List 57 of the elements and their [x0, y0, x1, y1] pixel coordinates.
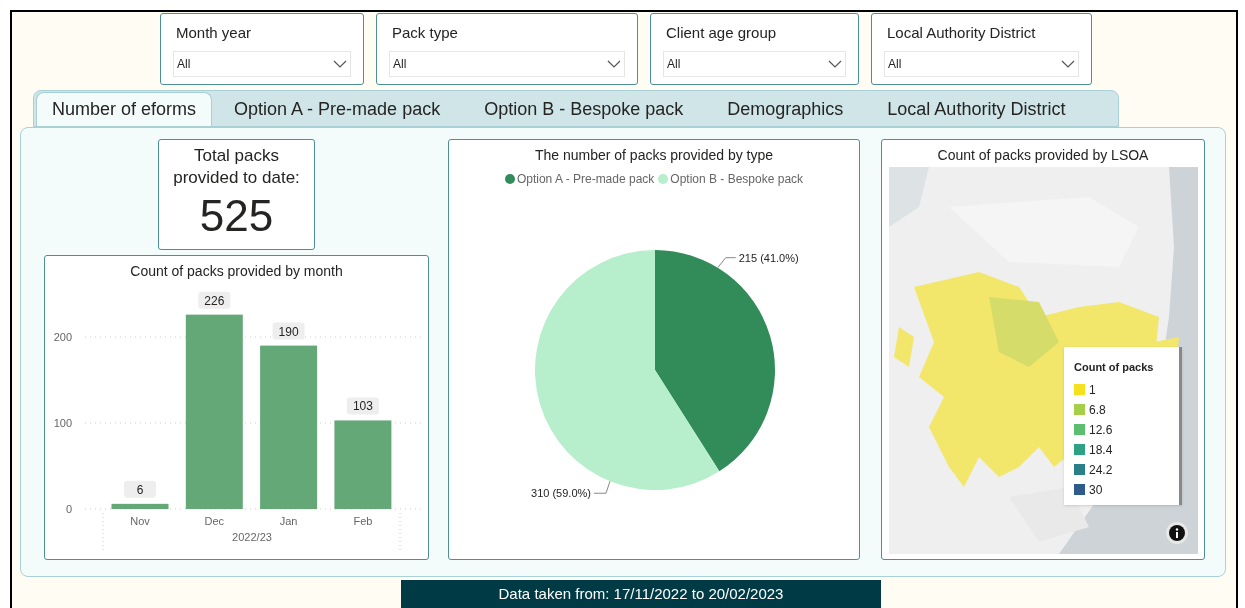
y-tick-label: 200 [53, 331, 72, 343]
x-tick-label: Nov [130, 515, 150, 527]
legend-label: 30 [1089, 481, 1103, 499]
tab[interactable]: Demographics [705, 92, 866, 126]
filter-label: Pack type [392, 23, 459, 43]
chevron-down-icon [333, 59, 347, 68]
y-tick-label: 100 [53, 417, 72, 429]
chart-title: Count of packs provided by LSOA [936, 146, 1150, 165]
bar [111, 503, 169, 509]
data-label: 6 [124, 480, 156, 498]
filter-label: Client age group [666, 23, 778, 43]
data-label: 226 [204, 293, 225, 308]
leader-line [593, 480, 611, 494]
card-title: Total packs provided to date: [172, 145, 301, 189]
legend-label: Option B - Bespoke pack [670, 171, 804, 188]
legend-label: Option A - Pre-made pack [516, 171, 655, 188]
legend-label: 24.2 [1089, 461, 1113, 479]
chevron-down-icon [1061, 59, 1075, 68]
filter-dropdown[interactable]: All [663, 50, 846, 77]
chevron-down-icon [828, 59, 842, 68]
data-label: 190 [272, 322, 305, 340]
filter-dropdown[interactable]: All [389, 50, 625, 77]
date-range-banner: Data taken from: 17/11/2022 to 20/02/2023 [401, 580, 881, 608]
x-tick-label: Feb [353, 515, 373, 527]
leader-line [717, 257, 737, 269]
filter-label: Local Authority District [887, 23, 1037, 43]
tab[interactable]: Option A - Pre-made pack [212, 92, 463, 126]
data-label: 215 (41.0%) [738, 251, 799, 264]
chart-title: The number of packs provided by type [533, 146, 775, 165]
data-label: 103 [352, 399, 374, 414]
dropdown-value: All [667, 55, 681, 73]
legend-label: 12.6 [1089, 421, 1113, 439]
filter-label: Month year [176, 23, 253, 43]
x-tick-label: Dec [204, 515, 225, 527]
legend-label: 6.8 [1089, 401, 1106, 419]
dropdown-value: All [177, 55, 191, 73]
filter-dropdown[interactable]: All [884, 50, 1079, 77]
data-label: 226 [198, 291, 231, 309]
dropdown-value: All [888, 55, 902, 73]
legend-label: 18.4 [1089, 441, 1113, 459]
y-tick-label: 0 [65, 503, 72, 515]
filter-dropdown[interactable]: All [173, 50, 351, 77]
chevron-down-icon [607, 59, 621, 68]
total-value: 525 [199, 191, 274, 241]
chart-title: Count of packs provided by month [129, 262, 344, 281]
legend-title: Count of packs [1074, 360, 1155, 375]
dropdown-value: All [393, 55, 407, 73]
data-label: 6 [136, 482, 144, 497]
tab[interactable]: Local Authority District [865, 92, 1088, 126]
legend-label: 1 [1089, 381, 1096, 399]
axis-title: 2022/23 [232, 531, 272, 543]
data-label: 103 [346, 397, 379, 415]
data-label: 190 [278, 324, 299, 339]
tab[interactable]: Number of eforms [36, 92, 213, 126]
tab[interactable]: Option B - Bespoke pack [462, 92, 706, 126]
data-label: 310 (59.0%) [531, 487, 591, 500]
x-tick-label: Jan [279, 515, 298, 527]
